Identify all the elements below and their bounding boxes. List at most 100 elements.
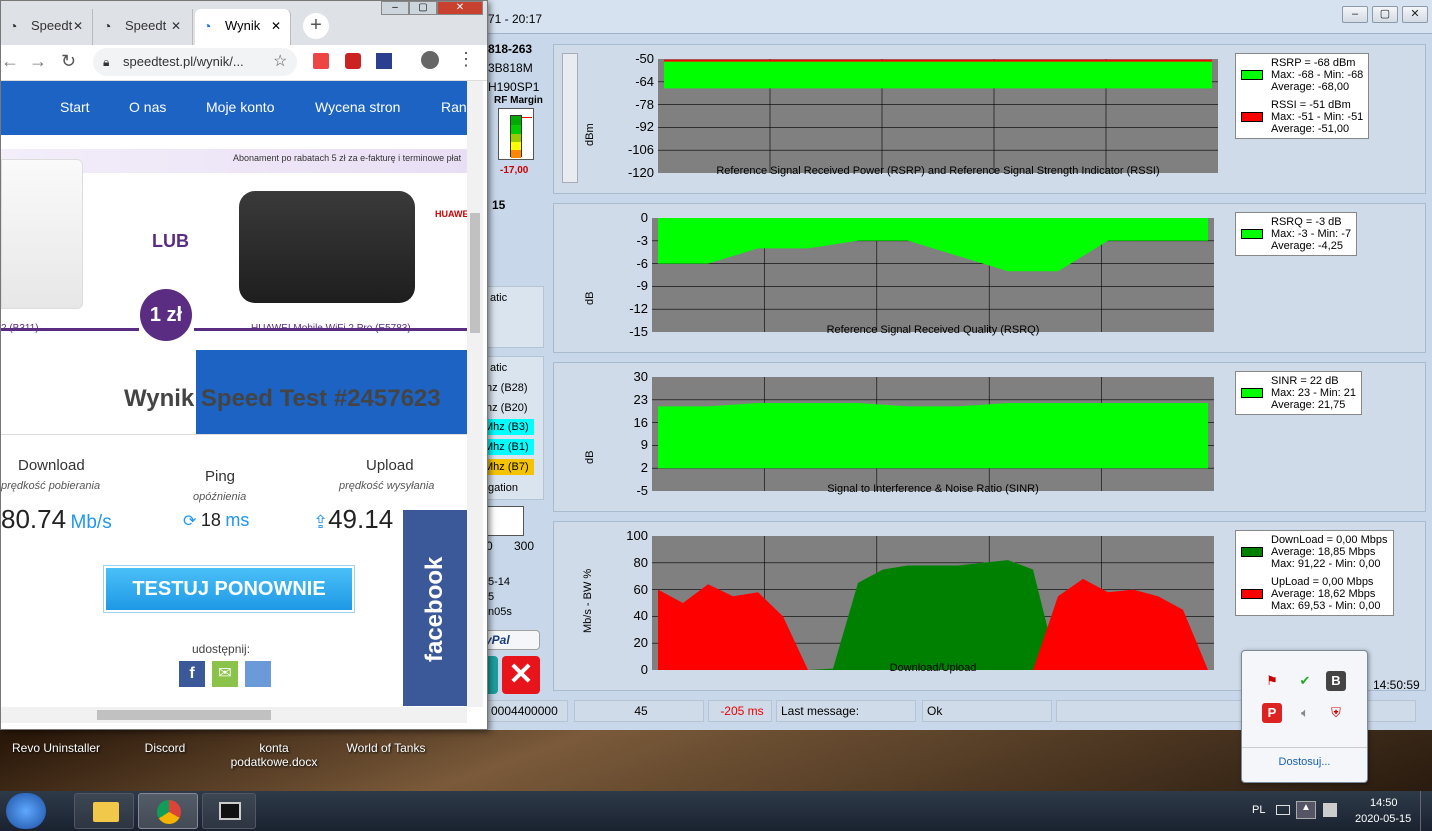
folder-icon (93, 802, 119, 822)
promo-banner[interactable]: Abonament po rabatach 5 zł za e-fakturę … (1, 135, 471, 349)
x-axis-label: Download/Upload (889, 662, 977, 674)
y-axis-label: dB (584, 291, 596, 305)
tab-wynik[interactable]: ◔ Wynik ✕ (195, 9, 291, 45)
side-atic-2: atic (490, 362, 508, 374)
y-axis-label: Mb/s - BW % (582, 568, 594, 633)
browser-maximize-button[interactable]: ▢ (409, 1, 437, 15)
horizontal-scrollbar[interactable] (1, 707, 467, 723)
maximize-button[interactable]: ▢ (1372, 6, 1398, 23)
desktop-icon-discord[interactable]: Discord (140, 741, 190, 755)
nav-start[interactable]: Start (60, 99, 90, 115)
desktop-icon-konta[interactable]: konta podatkowe.docx (226, 741, 322, 769)
account-icon[interactable] (421, 51, 439, 69)
retest-button[interactable]: TESTUJ PONOWNIE (104, 566, 354, 612)
status-cell-3: -205 ms (708, 700, 772, 722)
clock-date[interactable]: 2020-05-15 (1355, 813, 1411, 825)
nav-wycena-stron[interactable]: Wycena stron (315, 99, 400, 115)
tab-speedtest-1[interactable]: ◔ Speedt ✕ (1, 9, 93, 45)
share-image-icon[interactable] (245, 661, 271, 687)
show-desktop-button[interactable] (1420, 791, 1432, 831)
slider-max: 300 (514, 539, 535, 553)
flag-icon[interactable]: ⚑ (1262, 671, 1282, 691)
minimize-button[interactable]: – (1342, 6, 1368, 23)
legend-swatch (1241, 388, 1263, 398)
desktop-icon-wot[interactable]: World of Tanks (345, 741, 427, 755)
status-cell-2: 45 (574, 700, 704, 722)
close-icon[interactable]: ✕ (271, 9, 281, 43)
legend-entry: DownLoad = 0,00 Mbps Average: 18,85 Mbps M… (1241, 534, 1388, 570)
tray-customize-link[interactable]: Dostosuj... (1242, 747, 1367, 768)
paypal-button[interactable]: yPal (480, 630, 540, 650)
extension-icon[interactable] (345, 53, 361, 69)
taskbar-monitor[interactable] (202, 793, 256, 829)
start-button[interactable] (6, 793, 46, 829)
taskbar-chrome[interactable] (138, 793, 198, 829)
plot-area (658, 59, 1218, 173)
legend-entry: RSRP = -68 dBm Max: -68 - Min: -68 Average… (1241, 57, 1363, 93)
taskbar-explorer[interactable] (74, 793, 134, 829)
browser-minimize-button[interactable]: – (381, 1, 409, 15)
close-icon[interactable]: ✕ (171, 9, 181, 43)
clock-time[interactable]: 14:50 (1370, 797, 1398, 809)
rf-margin-gauge (498, 108, 534, 160)
panel-scrollbar[interactable] (562, 53, 578, 183)
volume-icon[interactable]: 🔈︎ (1295, 703, 1315, 723)
extension-icon-2[interactable] (376, 53, 392, 69)
chart-panel-1: dBm -50 -64 -78 -92 -106 -120 Reference Signal … (553, 44, 1426, 194)
b-app-icon[interactable]: B (1326, 671, 1346, 691)
nav-o-nas[interactable]: O nas (129, 99, 166, 115)
nav-ranking[interactable]: Ran (441, 99, 467, 115)
vertical-scrollbar[interactable] (467, 81, 483, 707)
menu-icon[interactable]: ⋮ (457, 49, 475, 70)
y-tick-label: 20 (633, 635, 648, 651)
close-icon[interactable]: ✕ (73, 9, 83, 43)
desktop-icon-revo[interactable]: Revo Uninstaller (12, 741, 100, 755)
back-icon[interactable]: ← (1, 51, 19, 72)
reload-icon[interactable]: ↻ (61, 51, 76, 72)
y-tick-label: 9 (640, 437, 648, 453)
tab-speedtest-2[interactable]: ◔ Speedt ✕ (95, 9, 193, 45)
facebook-text: facebook (421, 556, 448, 662)
pdf-extension-icon[interactable] (313, 53, 329, 69)
share-facebook-icon[interactable]: f (179, 661, 205, 687)
band-b1: Mhz (B1) (484, 439, 534, 455)
y-tick-label: 23 (633, 391, 648, 407)
side-atic-1: atic (490, 292, 508, 304)
chart-legend: DownLoad = 0,00 Mbps Average: 18,85 Mbps M… (1235, 530, 1394, 616)
side-line-2: 5 (488, 591, 495, 603)
security-icon[interactable]: ✔ (1295, 671, 1315, 691)
tray-expand-button[interactable]: ▲ (1296, 801, 1316, 819)
legend-entry: SINR = 22 dB Max: 23 - Min: 21 Average: 21… (1241, 375, 1356, 411)
y-tick-label: -15 (629, 324, 648, 339)
plot-area (652, 218, 1214, 332)
shield-icon[interactable]: ⛨ (1326, 703, 1346, 723)
star-icon[interactable]: ☆ (273, 51, 287, 71)
facebook-side-tab[interactable]: facebook (403, 510, 467, 706)
y-axis-label: dBm (584, 123, 596, 146)
lock-icon: 🔒︎ (103, 55, 110, 69)
browser-close-button[interactable]: ✕ (437, 1, 483, 15)
network-icon[interactable] (1323, 803, 1337, 817)
nav-moje-konto[interactable]: Moje konto (206, 99, 274, 115)
y-tick-label: 30 (633, 369, 648, 384)
legend-line: Average: 18,85 Mbps (1271, 546, 1376, 558)
chart-legend: RSRQ = -3 dB Max: -3 - Min: -7 Average: -4… (1235, 212, 1358, 256)
close-button[interactable]: ✕ (1402, 6, 1428, 23)
forward-icon[interactable]: → (29, 51, 47, 72)
p-app-icon[interactable]: P (1262, 703, 1282, 723)
stop-button[interactable]: ✕ (502, 656, 540, 694)
address-bar[interactable]: 🔒︎ speedtest.pl/wynik/... (93, 48, 297, 76)
status-cell-5: Ok (922, 700, 1052, 722)
status-cell-1: 0004400000 (486, 700, 568, 722)
language-indicator[interactable]: PL (1252, 804, 1265, 816)
new-tab-button[interactable]: + (303, 13, 329, 39)
plot-area (652, 377, 1214, 491)
device-right-caption: HUAWEI Mobile WiFi 2 Pro (E5783) (251, 323, 411, 334)
y-tick-label: -50 (635, 51, 654, 66)
legend-swatch (1241, 70, 1263, 80)
legend-line: RSRP = -68 dBm (1271, 57, 1356, 69)
share-message-icon[interactable]: ✉ (212, 661, 238, 687)
chart-panel-2: dB 0 -3 -6 -9 -12 -15 Reference Signal Received… (553, 203, 1426, 353)
keyboard-icon[interactable] (1276, 805, 1290, 815)
y-tick-label: 60 (633, 581, 648, 597)
